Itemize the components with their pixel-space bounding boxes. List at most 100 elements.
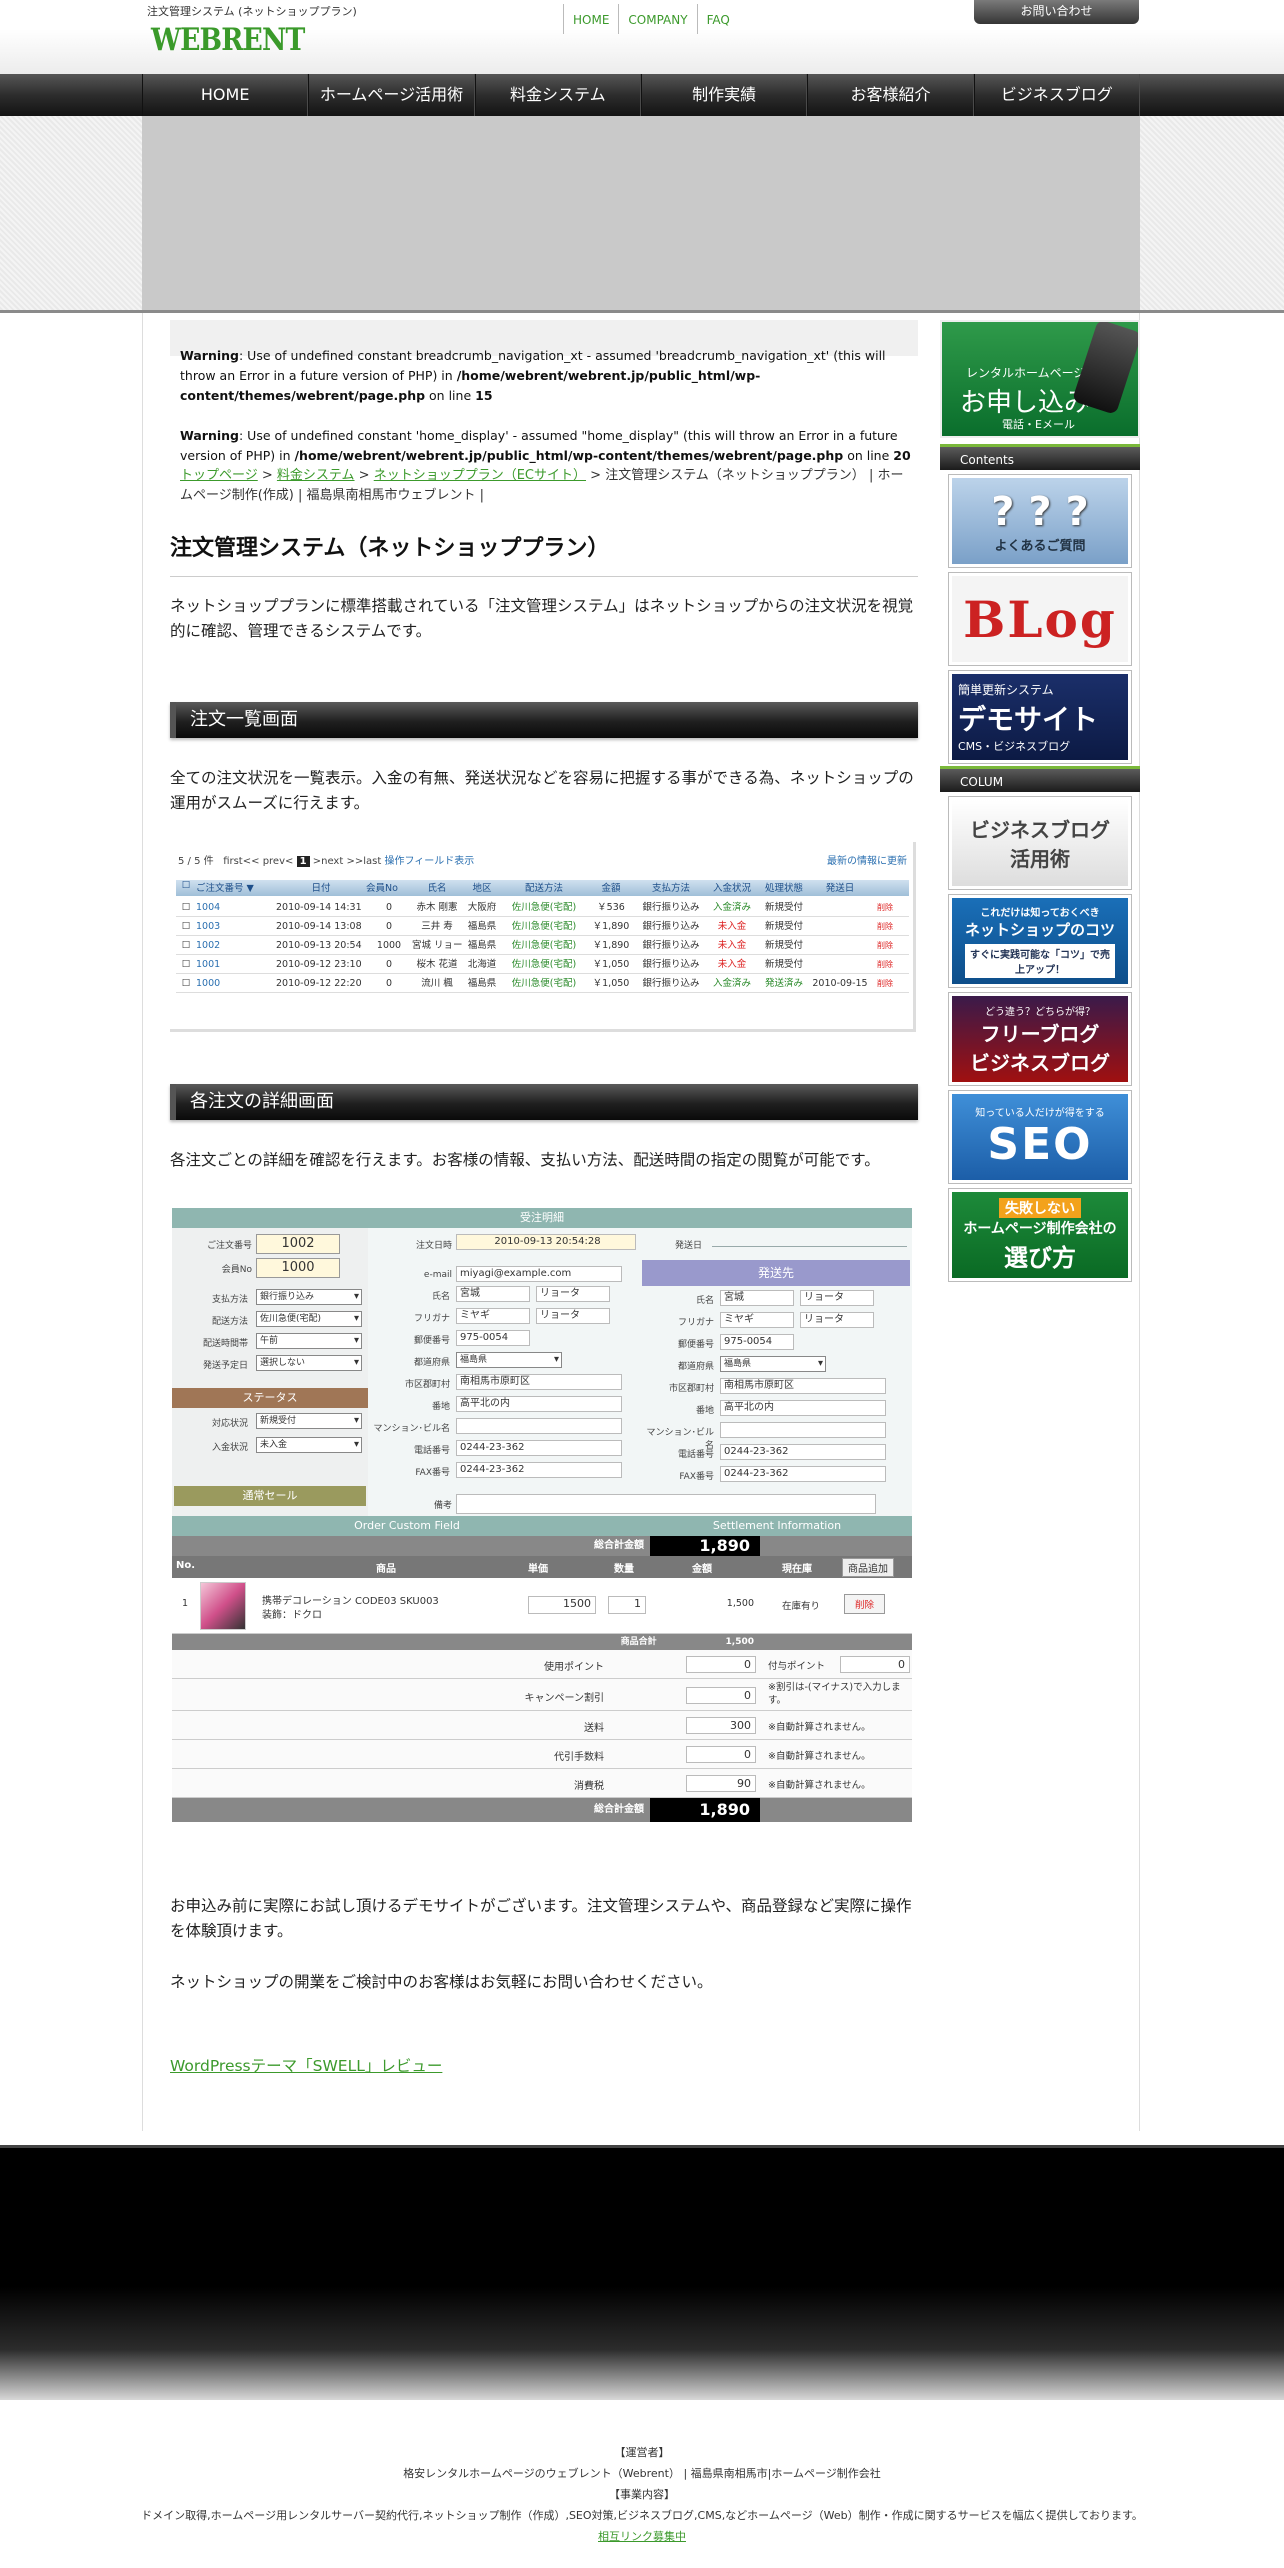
tax-input[interactable]: 90: [686, 1775, 756, 1792]
subtotal-row: 商品合計 1,500: [172, 1634, 760, 1650]
table-cell[interactable]: 削除: [870, 936, 900, 954]
top-link-faq[interactable]: FAQ: [696, 4, 739, 34]
address-field[interactable]: 宮城: [456, 1286, 530, 1302]
address-field[interactable]: 0244-23-362: [456, 1440, 622, 1456]
address-field[interactable]: 0244-23-362: [720, 1444, 886, 1460]
delivery-select[interactable]: 佐川急便(宅配): [256, 1311, 362, 1327]
paid-select[interactable]: 未入金: [256, 1437, 362, 1453]
table-cell[interactable]: 1000: [196, 974, 276, 992]
add-item-button[interactable]: 商品追加: [842, 1558, 894, 1577]
bizblog-banner[interactable]: ビジネスブログ 活用術: [948, 796, 1132, 890]
address-field[interactable]: リョータ: [800, 1312, 874, 1328]
breadcrumb-top[interactable]: トップページ: [180, 468, 258, 483]
plan-select[interactable]: 選択しない: [256, 1355, 362, 1371]
address-field[interactable]: 高平北の内: [456, 1396, 622, 1412]
nav-home[interactable]: HOME: [142, 74, 309, 116]
campaign-input[interactable]: 0: [686, 1687, 756, 1704]
swell-review-link[interactable]: WordPressテーマ「SWELL」レビュー: [170, 2054, 442, 2076]
shipping-input[interactable]: 300: [686, 1717, 756, 1734]
table-cell[interactable]: 削除: [870, 917, 900, 935]
delete-item-button[interactable]: 削除: [844, 1594, 886, 1614]
use-point-input[interactable]: 0: [686, 1656, 756, 1673]
nav-works[interactable]: 制作実績: [640, 74, 808, 116]
outro-text-demo: お申込み前に実際にお試し頂けるデモサイトがございます。注文管理システムや、商品登…: [170, 1897, 912, 1940]
shop-tips-banner[interactable]: これだけは知っておくべき ネットショップのコツ すぐに実践可能な「コツ」で売上アップ…: [948, 894, 1132, 988]
address-field[interactable]: 975-0054: [720, 1334, 794, 1350]
pager-fields: 操作フィールド表示: [384, 856, 475, 867]
row-checkbox[interactable]: ☐: [176, 936, 196, 954]
time-select[interactable]: 午前: [256, 1333, 362, 1349]
table-cell: [810, 898, 870, 916]
free-blog-banner[interactable]: どう違う？どちらが得？ フリーブログ ビジネスブログ: [948, 992, 1132, 1086]
col-price: 単価: [528, 1564, 548, 1575]
give-point-input[interactable]: 0: [840, 1656, 910, 1673]
address-field[interactable]: 高平北の内: [720, 1400, 886, 1416]
faq-banner[interactable]: ? ? ? よくあるご質問: [948, 474, 1132, 568]
nav-business-blog[interactable]: ビジネスブログ: [973, 74, 1140, 116]
item-qty[interactable]: 1: [608, 1596, 646, 1614]
breadcrumb-pricing[interactable]: 料金システム: [277, 468, 355, 483]
note-label: 備考: [433, 1501, 452, 1511]
seo-banner[interactable]: 知っている人だけが得をする SEO: [948, 1090, 1132, 1184]
address-field[interactable]: 975-0054: [456, 1330, 530, 1346]
table-cell: 佐川急便(宅配): [511, 959, 577, 970]
subtotal-spacer: [760, 1634, 912, 1650]
use-point-row: 使用ポイント 0 付与ポイント 0: [172, 1650, 912, 1679]
table-cell[interactable]: 1003: [196, 917, 276, 935]
table-cell: 未入金: [717, 959, 747, 970]
table-cell[interactable]: 削除: [870, 898, 900, 916]
address-field[interactable]: [456, 1418, 622, 1434]
table-cell: 入金済み: [712, 978, 751, 989]
cod-input[interactable]: 0: [686, 1746, 756, 1763]
address-field[interactable]: 福島県: [720, 1356, 826, 1372]
footer-link-exchange[interactable]: 相互リンク募集中: [0, 2526, 1284, 2547]
campaign-note: ※割引は-(マイナス)で入力します。: [768, 1682, 901, 1706]
demo-banner[interactable]: 簡単更新システム デモサイト CMS・ビジネスブログ: [948, 670, 1132, 764]
shipping-row: 送料 300 ※自動計算されません。: [172, 1711, 912, 1740]
row-checkbox[interactable]: ☐: [176, 955, 196, 973]
table-cell[interactable]: 削除: [870, 955, 900, 973]
address-field[interactable]: リョータ: [536, 1286, 610, 1302]
ship-date-line: [712, 1246, 907, 1247]
inquiry-button[interactable]: お問い合わせ: [974, 0, 1139, 24]
row-checkbox[interactable]: ☐: [176, 898, 196, 916]
item-row: 1 携帯デコレーション CODE03 SKU003 装飾：ドクロ 1500 1 …: [172, 1578, 912, 1634]
row-checkbox[interactable]: ☐: [176, 974, 196, 992]
item-price[interactable]: 1500: [528, 1596, 596, 1614]
address-field[interactable]: 南相馬市原町区: [720, 1378, 886, 1394]
handle-select[interactable]: 新規受付: [256, 1413, 362, 1429]
apply-banner[interactable]: レンタルホームページ お申し込み 電話・Eメール: [940, 320, 1140, 438]
hero-image-placeholder: [142, 116, 1140, 312]
address-field[interactable]: 0244-23-362: [456, 1462, 622, 1478]
footer-operator-title: 【運営者】: [614, 2446, 670, 2459]
table-cell[interactable]: 1004: [196, 898, 276, 916]
address-field[interactable]: リョータ: [536, 1308, 610, 1324]
nav-homepage-tips[interactable]: ホームページ活用術: [308, 74, 475, 116]
table-cell[interactable]: 1002: [196, 936, 276, 954]
row-checkbox[interactable]: ☐: [176, 917, 196, 935]
faq-banner-inner: ? ? ? よくあるご質問: [952, 478, 1128, 564]
site-logo[interactable]: WEBRENT: [151, 22, 305, 58]
email-value: miyagi@example.com: [456, 1266, 622, 1282]
table-cell[interactable]: 削除: [870, 974, 900, 992]
breadcrumb-netshop[interactable]: ネットショッププラン（ECサイト）: [374, 468, 586, 483]
address-field[interactable]: ミヤギ: [720, 1312, 794, 1328]
note-field[interactable]: [456, 1494, 876, 1514]
address-field[interactable]: 宮城: [720, 1290, 794, 1306]
address-field[interactable]: [720, 1422, 886, 1438]
address-label: 電話番号: [413, 1446, 450, 1456]
table-cell[interactable]: 1001: [196, 955, 276, 973]
address-field[interactable]: ミヤギ: [456, 1308, 530, 1324]
address-field[interactable]: 福島県: [456, 1352, 562, 1368]
address-field[interactable]: 南相馬市原町区: [456, 1374, 622, 1390]
choose-banner[interactable]: 失敗しない ホームページ制作会社の 選び方: [948, 1188, 1132, 1282]
top-link-company[interactable]: COMPANY: [618, 4, 696, 34]
address-field[interactable]: リョータ: [800, 1290, 874, 1306]
address-field[interactable]: 0244-23-362: [720, 1466, 886, 1482]
top-link-home[interactable]: HOME: [563, 4, 618, 34]
nav-customers[interactable]: お客様紹介: [807, 74, 974, 116]
table-cell: 新規受付: [764, 940, 803, 951]
nav-pricing[interactable]: 料金システム: [474, 74, 641, 116]
blog-banner[interactable]: BLog: [948, 572, 1132, 666]
pay-select[interactable]: 銀行振り込み: [256, 1289, 362, 1305]
